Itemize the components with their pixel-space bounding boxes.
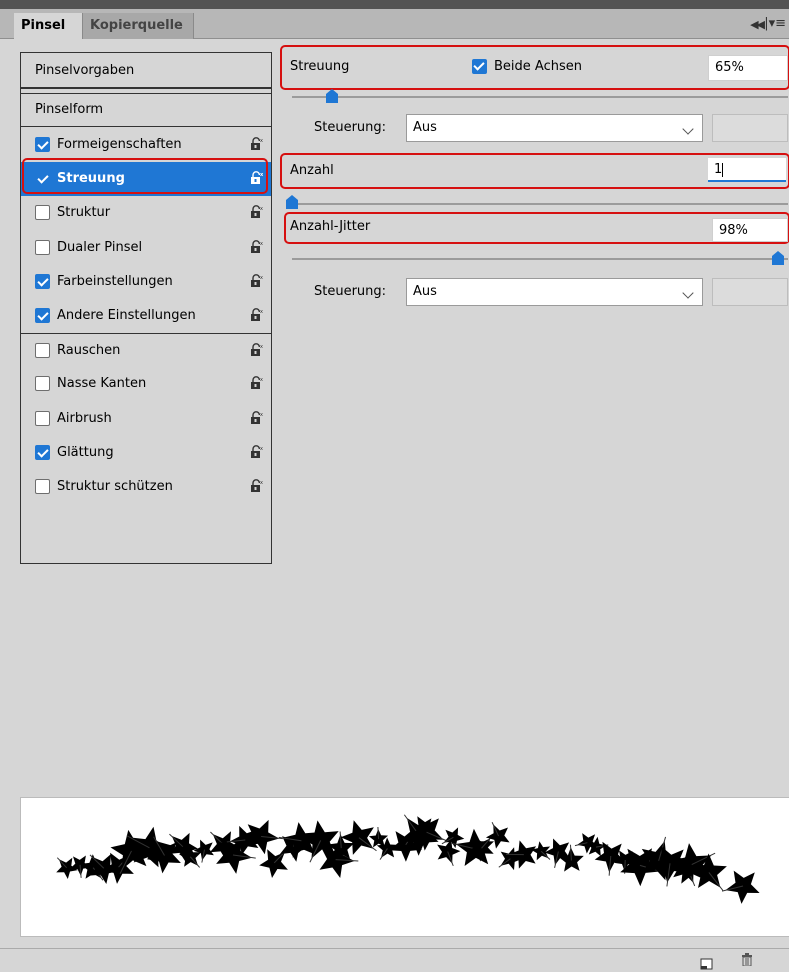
brush-stroke-preview: [20, 797, 789, 937]
count-value-field[interactable]: 1: [708, 158, 786, 182]
panel-footer: [0, 948, 789, 972]
new-preset-icon[interactable]: [700, 956, 714, 970]
lock-icon[interactable]: x: [250, 410, 263, 425]
tab-pinsel[interactable]: Pinsel: [14, 13, 82, 39]
option-checkbox[interactable]: [35, 308, 50, 323]
option-row-struktur-schützen[interactable]: Struktur schützen x: [21, 470, 271, 504]
svg-text:x: x: [260, 412, 263, 418]
brush-tip-shape-item[interactable]: Pinselform: [21, 93, 271, 127]
option-label: Glättung: [57, 444, 114, 460]
scatter-slider-thumb[interactable]: [325, 89, 338, 103]
option-row-struktur[interactable]: Struktur x: [21, 196, 271, 230]
option-checkbox[interactable]: [35, 410, 50, 426]
count-jitter-label: Anzahl-Jitter: [290, 219, 371, 234]
brush-stroke-graphic: [56, 814, 760, 904]
panel-menu-icon[interactable]: |▾≡: [764, 16, 786, 31]
tab-kopierquelle[interactable]: Kopierquelle: [82, 13, 194, 39]
lock-icon[interactable]: x: [250, 273, 263, 288]
option-row-andere-einstellungen[interactable]: Andere Einstellungen x: [21, 299, 271, 333]
both-axes-label: Beide Achsen: [494, 59, 582, 74]
option-label: Struktur schützen: [57, 479, 173, 494]
trash-icon[interactable]: [740, 952, 754, 966]
text-caret: [722, 162, 724, 177]
svg-text:x: x: [260, 344, 263, 350]
scatter-control-extra: [712, 114, 788, 142]
lock-icon[interactable]: x: [250, 444, 263, 459]
lock-icon[interactable]: x: [250, 376, 263, 390]
option-checkbox[interactable]: [35, 343, 50, 359]
chevron-down-icon: [682, 123, 694, 135]
option-checkbox[interactable]: [35, 239, 50, 255]
option-label: Struktur: [57, 205, 111, 221]
lock-icon[interactable]: x: [250, 239, 263, 254]
lock-icon[interactable]: x: [250, 205, 263, 219]
option-label: Rauschen: [57, 343, 121, 359]
count-jitter-control-select[interactable]: Aus: [406, 278, 703, 306]
svg-text:x: x: [260, 309, 263, 315]
option-row-glättung[interactable]: Glättung x: [21, 436, 271, 470]
option-checkbox[interactable]: [35, 479, 50, 494]
option-label: Farbeinstellungen: [57, 273, 173, 289]
lock-icon[interactable]: x: [250, 479, 263, 493]
svg-text:x: x: [260, 275, 263, 281]
count-value: 1: [714, 162, 723, 177]
brush-settings-list: Pinselvorgaben Pinselform Formeigenschaf…: [20, 52, 272, 564]
count-jitter-value-field[interactable]: 98%: [712, 218, 788, 242]
svg-text:x: x: [260, 446, 263, 452]
chevron-down-icon: [682, 287, 694, 299]
svg-text:x: x: [260, 480, 263, 486]
count-jitter-control-extra: [712, 278, 788, 306]
selected-option-highlight: [22, 158, 268, 195]
count-jitter-slider-track[interactable]: [292, 258, 788, 260]
count-jitter-control-label: Steuerung:: [314, 284, 387, 299]
count-slider-thumb[interactable]: [286, 195, 298, 209]
both-axes-checkbox[interactable]: [472, 59, 487, 74]
brush-presets-button[interactable]: Pinselvorgaben: [21, 53, 271, 89]
svg-text:x: x: [260, 241, 263, 247]
count-label: Anzahl: [290, 163, 334, 178]
option-checkbox[interactable]: [35, 444, 50, 460]
scatter-control-label: Steuerung:: [314, 120, 387, 135]
scatter-control-select[interactable]: Aus: [406, 114, 703, 142]
option-row-airbrush[interactable]: Airbrush x: [21, 402, 271, 436]
option-label: Nasse Kanten: [57, 376, 147, 392]
option-label: Formeigenschaften: [57, 137, 182, 152]
svg-text:x: x: [260, 138, 263, 144]
window-top-bar: [0, 0, 789, 9]
option-checkbox[interactable]: [35, 273, 50, 289]
option-row-formeigenschaften[interactable]: Formeigenschaften x: [21, 128, 271, 162]
lock-icon[interactable]: x: [250, 308, 263, 322]
scatter-slider-track[interactable]: [292, 96, 788, 98]
option-row-nasse-kanten[interactable]: Nasse Kanten x: [21, 367, 271, 401]
option-row-dualer-pinsel[interactable]: Dualer Pinsel x: [21, 231, 271, 265]
scatter-label: Streuung: [290, 59, 350, 74]
option-checkbox[interactable]: [35, 205, 50, 221]
lock-icon[interactable]: x: [250, 137, 263, 151]
svg-text:x: x: [260, 377, 263, 383]
scatter-value-field[interactable]: 65%: [708, 55, 788, 81]
option-label: Airbrush: [57, 410, 112, 426]
scatter-control-value: Aus: [413, 120, 437, 135]
svg-text:x: x: [260, 206, 263, 212]
count-jitter-slider-thumb[interactable]: [772, 251, 785, 265]
option-checkbox[interactable]: [35, 137, 50, 152]
option-label: Andere Einstellungen: [57, 308, 196, 323]
option-row-farbeinstellungen[interactable]: Farbeinstellungen x: [21, 265, 271, 299]
option-checkbox[interactable]: [35, 376, 50, 392]
count-jitter-control-value: Aus: [413, 284, 437, 299]
double-chevron-left-icon[interactable]: ◀◀: [750, 18, 765, 31]
option-row-rauschen[interactable]: Rauschen x: [21, 333, 271, 367]
option-label: Dualer Pinsel: [57, 239, 143, 255]
lock-icon[interactable]: x: [250, 343, 263, 357]
count-slider-track[interactable]: [286, 203, 788, 205]
